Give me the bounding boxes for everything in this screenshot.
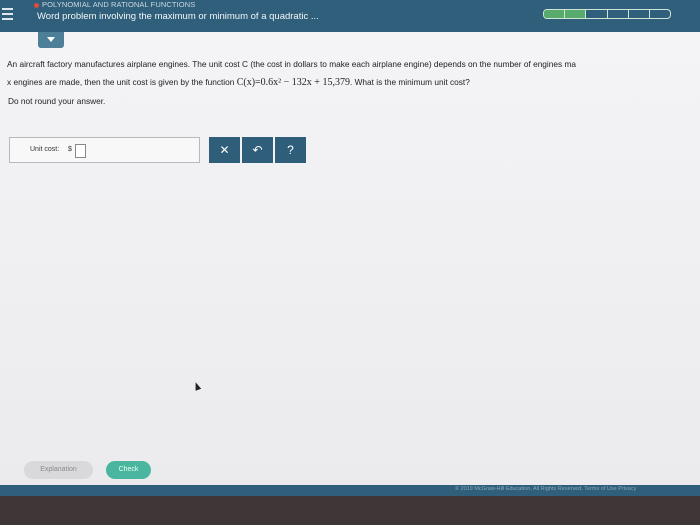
progress-segment bbox=[608, 10, 629, 18]
undo-button[interactable]: ↶ bbox=[242, 137, 273, 163]
progress-segment bbox=[586, 10, 608, 18]
question-text: An aircraft factory manufactures airplan… bbox=[7, 55, 700, 92]
clear-button[interactable]: ✕ bbox=[209, 137, 240, 163]
topic-label: POLYNOMIAL AND RATIONAL FUNCTIONS bbox=[34, 0, 195, 10]
unit-cost-label: Unit cost: bbox=[30, 146, 60, 153]
explanation-button[interactable]: Explanation bbox=[24, 461, 93, 479]
cost-formula: C(x)=0.6x² − 132x + 15,379 bbox=[236, 77, 350, 88]
copyright-text: © 2019 McGraw-Hill Education. All Rights… bbox=[455, 486, 637, 492]
progress-segment bbox=[650, 10, 670, 18]
check-button[interactable]: Check bbox=[106, 461, 151, 479]
currency-symbol: $ bbox=[68, 146, 72, 153]
progress-segment bbox=[544, 10, 566, 18]
instruction-text: Do not round your answer. bbox=[8, 96, 106, 106]
problem-panel: An aircraft factory manufactures airplan… bbox=[0, 32, 700, 485]
progress-segment bbox=[565, 10, 587, 18]
question-line-2-prefix: x engines are made, then the unit cost i… bbox=[7, 77, 235, 87]
help-button[interactable]: ? bbox=[275, 137, 306, 163]
answer-box: Unit cost: $ bbox=[9, 137, 200, 163]
unit-cost-input[interactable] bbox=[75, 144, 86, 158]
footer-bar: © 2019 McGraw-Hill Education. All Rights… bbox=[0, 485, 700, 496]
question-line-2-suffix: . What is the minimum unit cost? bbox=[349, 77, 470, 87]
monitor-bezel bbox=[0, 496, 700, 525]
progress-bar bbox=[543, 9, 671, 19]
question-line-2: x engines are made, then the unit cost i… bbox=[7, 73, 700, 92]
mouse-cursor-icon bbox=[192, 381, 202, 391]
progress-segment bbox=[629, 10, 650, 18]
page-title: Word problem involving the maximum or mi… bbox=[37, 11, 319, 22]
collapse-chevron-icon[interactable] bbox=[38, 32, 64, 48]
topic-status-dot bbox=[34, 2, 39, 8]
header-bar: POLYNOMIAL AND RATIONAL FUNCTIONS Word p… bbox=[0, 0, 700, 32]
question-line-1: An aircraft factory manufactures airplan… bbox=[7, 59, 576, 69]
menu-icon[interactable] bbox=[0, 0, 18, 32]
